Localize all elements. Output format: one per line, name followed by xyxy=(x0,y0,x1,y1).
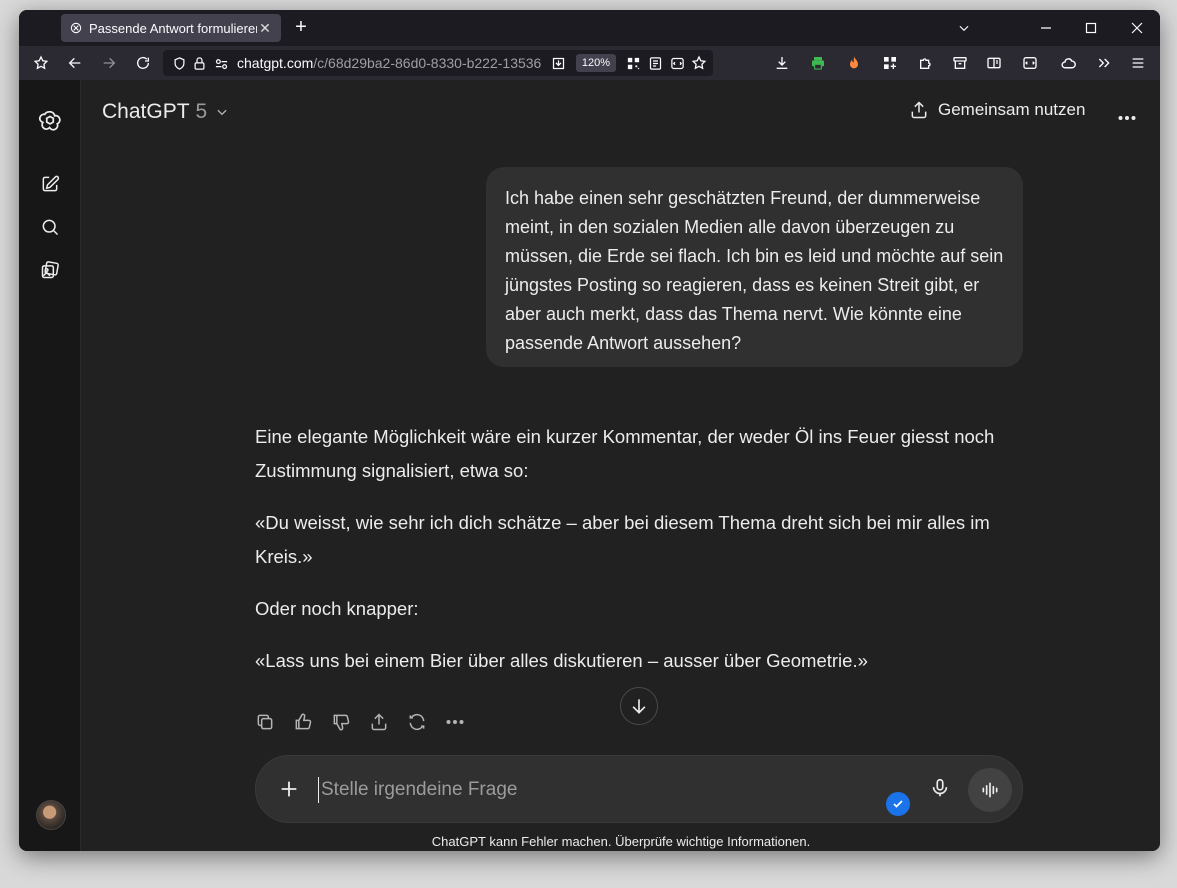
permissions-icon[interactable] xyxy=(211,53,231,73)
scroll-to-bottom-button[interactable] xyxy=(620,687,658,725)
overflow-chevrons-icon[interactable] xyxy=(1094,53,1114,73)
microphone-icon[interactable] xyxy=(929,777,953,801)
note-icon[interactable] xyxy=(645,53,665,73)
arrow-down-icon xyxy=(632,699,646,714)
puzzle-extensions-icon[interactable] xyxy=(916,53,936,73)
zoom-level[interactable]: 120% xyxy=(576,54,616,72)
qr-code-icon[interactable] xyxy=(623,53,643,73)
assistant-message: Eine elegante Möglichkeit wäre ein kurze… xyxy=(255,420,1025,696)
assistant-paragraph: Oder noch knapper: xyxy=(255,598,419,619)
regenerate-icon[interactable] xyxy=(407,712,427,732)
sidebar xyxy=(19,80,81,851)
forward-icon[interactable] xyxy=(99,53,119,73)
voice-mode-button[interactable] xyxy=(968,768,1012,812)
waveform-icon xyxy=(982,782,998,798)
chat-main: ChatGPT 5 Gemeinsam nutzen Ich habe eine… xyxy=(82,80,1160,851)
more-actions-icon[interactable] xyxy=(445,712,465,732)
url-path: /c/68d29ba2-86d0-8330-b222-13536 xyxy=(313,55,542,71)
browser-window: Passende Antwort formulieren ✕ + chatgpt… xyxy=(19,10,1160,851)
shield-icon[interactable] xyxy=(169,53,189,73)
sidebar-toggle-icon[interactable] xyxy=(984,53,1004,73)
thumbs-up-icon[interactable] xyxy=(293,712,313,732)
avatar[interactable] xyxy=(36,800,66,830)
tab-close-icon[interactable]: ✕ xyxy=(257,20,273,37)
share-message-icon[interactable] xyxy=(369,712,389,732)
prompt-input[interactable] xyxy=(318,777,858,803)
library-images-icon[interactable] xyxy=(38,258,62,282)
archive-icon[interactable] xyxy=(950,53,970,73)
chatgpt-favicon-icon xyxy=(70,22,82,34)
share-button[interactable]: Gemeinsam nutzen xyxy=(909,100,1085,120)
share-icon xyxy=(911,101,927,119)
tab-bar: Passende Antwort formulieren ✕ + xyxy=(19,10,1160,46)
message-actions xyxy=(255,712,465,732)
bookmark-star-icon[interactable] xyxy=(31,53,51,73)
chevron-down-icon xyxy=(217,109,227,116)
extensions-grid-icon[interactable] xyxy=(880,53,900,73)
minimize-icon[interactable] xyxy=(1032,16,1060,40)
url-host: chatgpt.com xyxy=(237,55,314,71)
window-close-icon[interactable] xyxy=(1123,16,1151,40)
reader-translate-icon[interactable] xyxy=(667,53,687,73)
cloud-icon[interactable] xyxy=(1058,53,1078,73)
url-text[interactable]: chatgpt.com/c/68d29ba2-86d0-8330-b222-13… xyxy=(237,55,553,71)
model-version: 5 xyxy=(195,100,208,123)
tab-title: Passende Antwort formulieren xyxy=(89,20,257,36)
page-download-icon[interactable] xyxy=(548,53,568,73)
copy-icon[interactable] xyxy=(255,712,275,732)
model-name: ChatGPT xyxy=(102,100,190,123)
tab-sync-icon[interactable] xyxy=(1020,53,1040,73)
assistant-paragraph: Eine elegante Möglichkeit wäre ein kurze… xyxy=(255,426,995,481)
bookmark-page-star-icon[interactable] xyxy=(689,53,709,73)
more-options-icon[interactable] xyxy=(1118,108,1136,126)
composer xyxy=(255,755,1023,823)
new-tab-button[interactable]: + xyxy=(291,17,311,38)
url-bar[interactable]: chatgpt.com/c/68d29ba2-86d0-8330-b222-13… xyxy=(163,50,713,76)
share-label: Gemeinsam nutzen xyxy=(938,100,1086,119)
user-message-bubble: Ich habe einen sehr geschätzten Freund, … xyxy=(486,167,1023,367)
lock-icon[interactable] xyxy=(189,53,209,73)
printer-extension-icon[interactable] xyxy=(808,53,828,73)
assistant-paragraph: «Lass uns bei einem Bier über alles disk… xyxy=(255,650,868,671)
grammar-check-icon[interactable] xyxy=(886,792,910,816)
search-icon[interactable] xyxy=(38,215,62,239)
flame-extension-icon[interactable] xyxy=(844,53,864,73)
new-chat-icon[interactable] xyxy=(38,172,62,196)
downloads-icon[interactable] xyxy=(772,53,792,73)
add-attachment-icon[interactable] xyxy=(278,778,300,800)
assistant-paragraph: «Du weisst, wie sehr ich dich schätze – … xyxy=(255,512,990,567)
model-selector[interactable]: ChatGPT 5 xyxy=(102,100,229,124)
tab-active[interactable]: Passende Antwort formulieren ✕ xyxy=(61,14,281,42)
reload-icon[interactable] xyxy=(133,53,153,73)
disclaimer: ChatGPT kann Fehler machen. Überprüfe wi… xyxy=(431,834,811,849)
openai-logo-icon[interactable] xyxy=(37,108,63,134)
back-icon[interactable] xyxy=(65,53,85,73)
maximize-icon[interactable] xyxy=(1077,16,1105,40)
nav-toolbar: chatgpt.com/c/68d29ba2-86d0-8330-b222-13… xyxy=(19,46,1160,80)
menu-hamburger-icon[interactable] xyxy=(1128,53,1148,73)
thumbs-down-icon[interactable] xyxy=(331,712,351,732)
tab-list-chevron-icon[interactable] xyxy=(950,16,978,40)
